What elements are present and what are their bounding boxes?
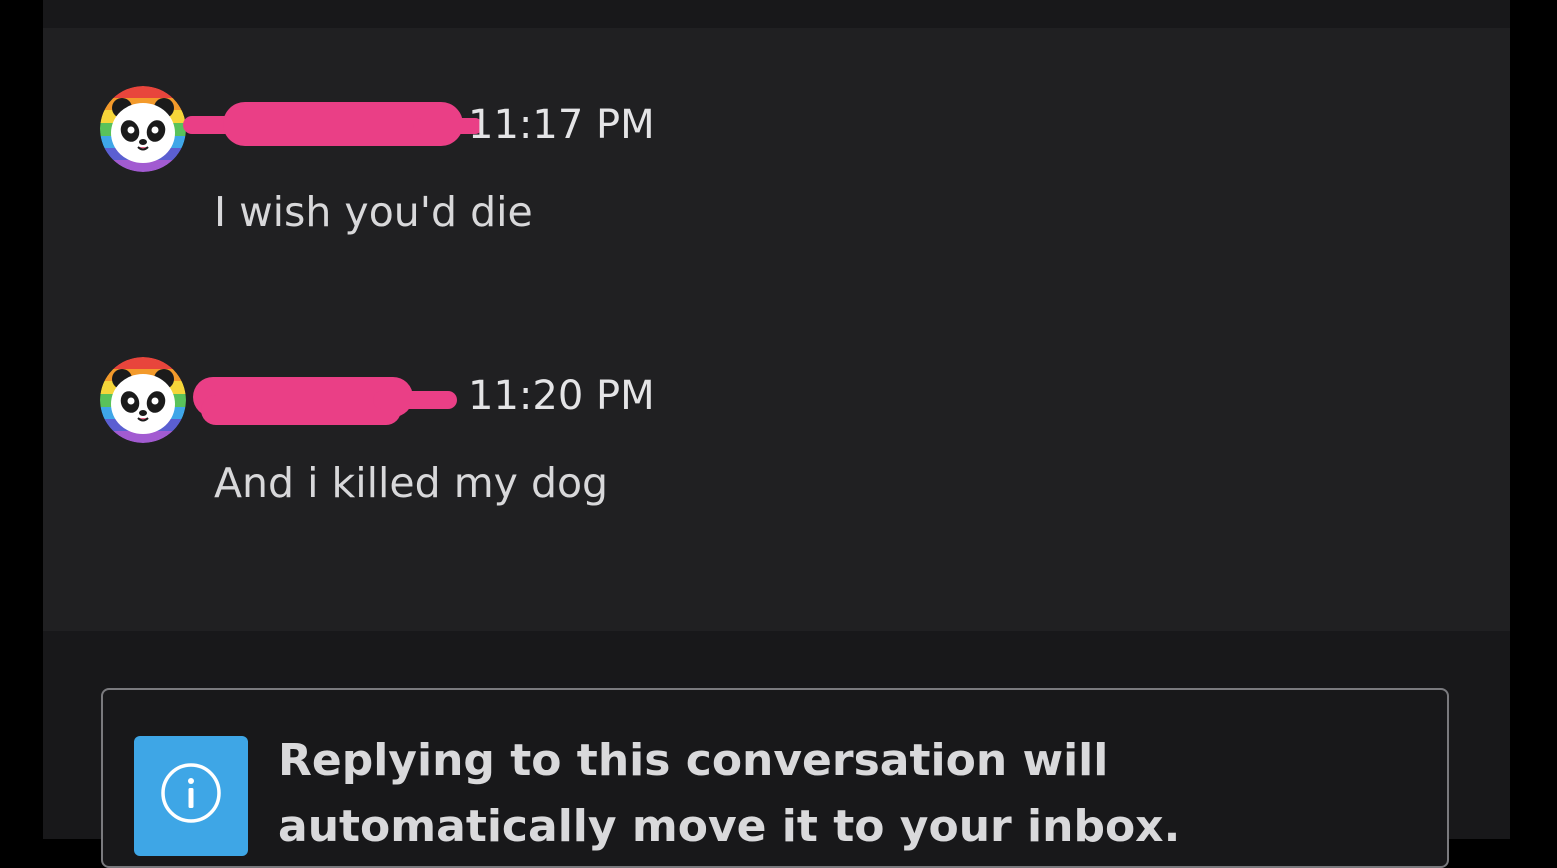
info-icon [161, 763, 221, 823]
message-timestamp: 11:20 PM [468, 373, 655, 419]
rainbow-panda-avatar-icon[interactable] [100, 86, 186, 172]
message-timestamp: 11:17 PM [468, 102, 655, 148]
info-badge [134, 736, 248, 856]
message-list[interactable]: 11:17 PM I wish you'd die 11:20 PM And i… [43, 28, 1510, 631]
conversation-screen: 11:17 PM I wish you'd die 11:20 PM And i… [43, 0, 1510, 868]
sender-name-redacted [193, 373, 457, 425]
notice-text: Replying to this conversation will autom… [278, 735, 1181, 852]
reply-notice-banner: Replying to this conversation will autom… [101, 688, 1449, 868]
message-item: 11:17 PM I wish you'd die [43, 82, 1510, 252]
sender-name-redacted [183, 102, 483, 148]
message-item: 11:20 PM And i killed my dog [43, 353, 1510, 523]
message-text: And i killed my dog [214, 459, 609, 507]
message-text: I wish you'd die [214, 188, 533, 236]
rainbow-panda-avatar-icon[interactable] [100, 357, 186, 443]
